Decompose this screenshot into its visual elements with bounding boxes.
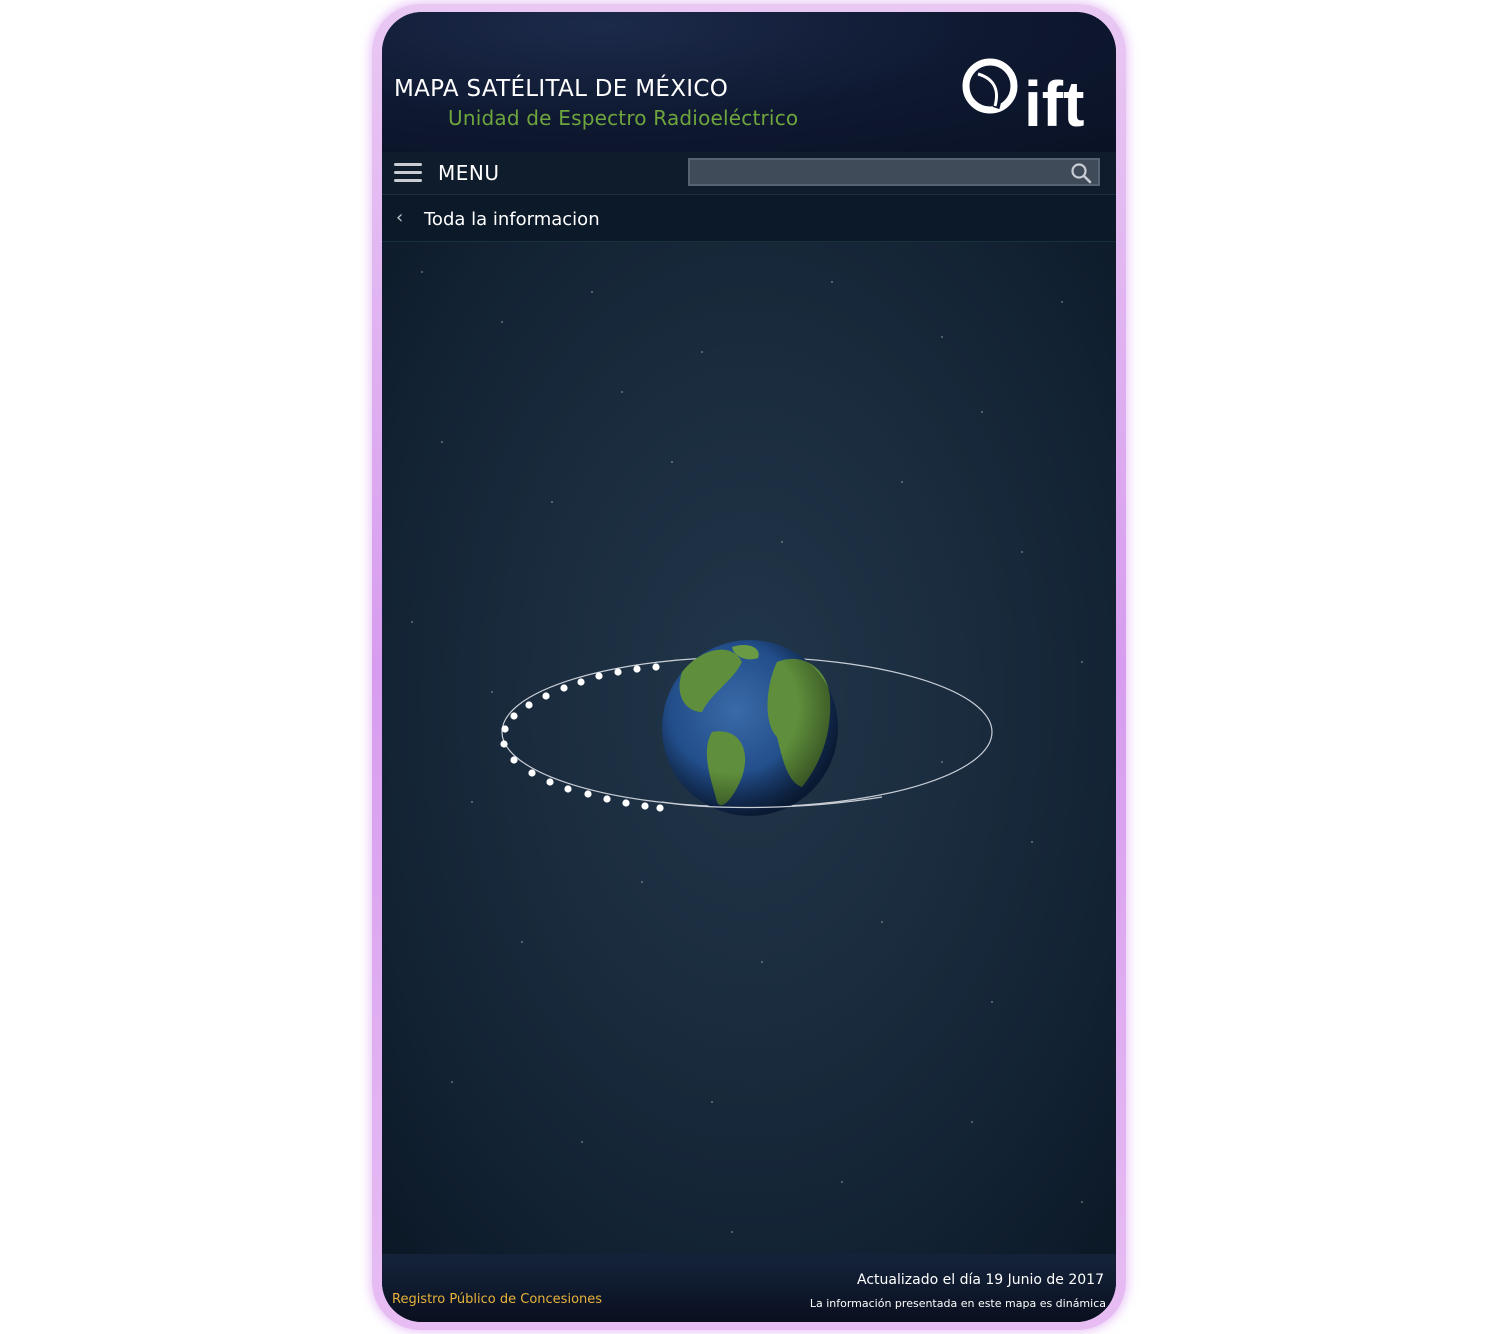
earth-globe bbox=[662, 640, 838, 816]
search-icon[interactable] bbox=[1070, 162, 1092, 184]
app-subtitle: Unidad de Espectro Radioeléctrico bbox=[448, 106, 799, 130]
menu-button[interactable]: MENU bbox=[438, 161, 500, 185]
app-screen: MAPA SATÉLITAL DE MÉXICO Unidad de Espec… bbox=[382, 12, 1116, 1322]
orbit-satellite-dots bbox=[500, 663, 664, 812]
menu-bar: MENU bbox=[382, 152, 1116, 195]
registro-publico-link[interactable]: Registro Público de Concesiones bbox=[392, 1292, 602, 1307]
last-updated-text: Actualizado el día 19 Junio de 2017 bbox=[857, 1272, 1104, 1288]
space-scene bbox=[411, 271, 1083, 1233]
search-input[interactable] bbox=[696, 162, 1060, 184]
updated-prefix: Actualizado bbox=[857, 1272, 939, 1288]
chevron-left-icon[interactable]: ‹ bbox=[396, 207, 403, 228]
updated-date: el día 19 Junio de 2017 bbox=[942, 1272, 1104, 1288]
search-box bbox=[688, 158, 1100, 186]
orbit-graphic bbox=[500, 640, 993, 816]
breadcrumb-all-info[interactable]: Toda la informacion bbox=[424, 209, 600, 230]
satellite-map-view[interactable] bbox=[382, 242, 1116, 1254]
ift-logo: ift bbox=[962, 58, 1084, 132]
breadcrumb: ‹ Toda la informacion bbox=[382, 195, 1116, 242]
app-header: MAPA SATÉLITAL DE MÉXICO Unidad de Espec… bbox=[382, 12, 1116, 152]
device-frame: MAPA SATÉLITAL DE MÉXICO Unidad de Espec… bbox=[372, 4, 1126, 1330]
ift-logo-mark bbox=[962, 58, 1018, 114]
hamburger-menu-icon[interactable] bbox=[394, 163, 422, 183]
ift-logo-text: ift bbox=[1024, 68, 1084, 132]
app-footer: Registro Público de Concesiones Actualiz… bbox=[382, 1254, 1116, 1322]
dynamic-info-note: La información presentada en este mapa e… bbox=[809, 1297, 1106, 1310]
app-title: MAPA SATÉLITAL DE MÉXICO bbox=[394, 76, 729, 102]
